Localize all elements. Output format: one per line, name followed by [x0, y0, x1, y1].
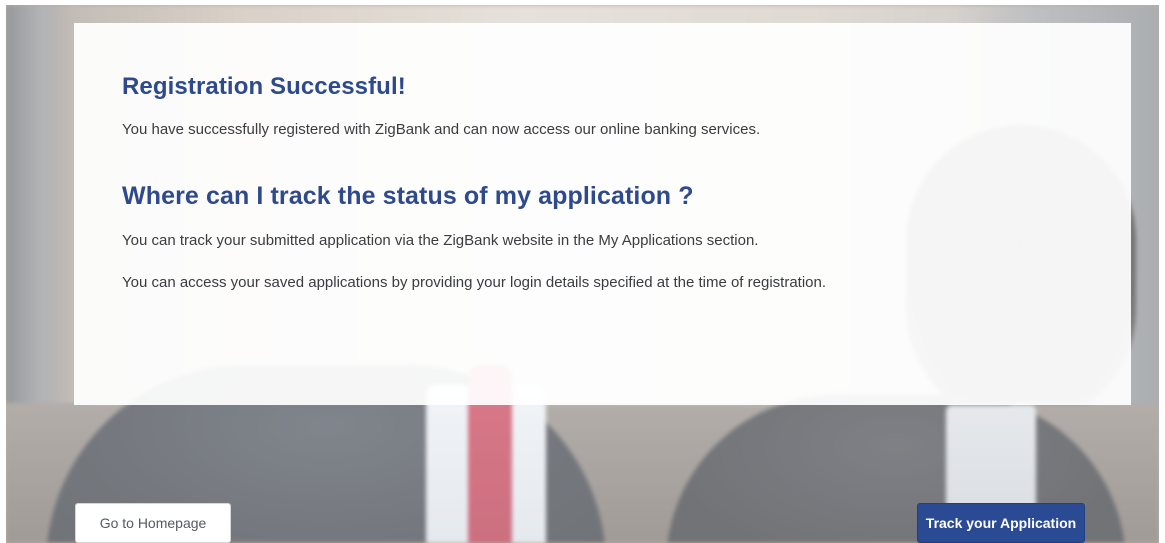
track-instructions: You can track your submitted application… — [122, 232, 759, 249]
track-status-heading: Where can I track the status of my appli… — [122, 182, 694, 210]
go-to-homepage-button[interactable]: Go to Homepage — [75, 503, 231, 543]
success-heading: Registration Successful! — [122, 73, 406, 100]
confirmation-card: Registration Successful! You have succes… — [74, 23, 1131, 405]
access-instructions: You can access your saved applications b… — [122, 274, 827, 291]
page-frame: Registration Successful! You have succes… — [6, 5, 1159, 543]
success-message: You have successfully registered with Zi… — [122, 121, 761, 138]
track-application-button[interactable]: Track your Application — [917, 503, 1085, 543]
